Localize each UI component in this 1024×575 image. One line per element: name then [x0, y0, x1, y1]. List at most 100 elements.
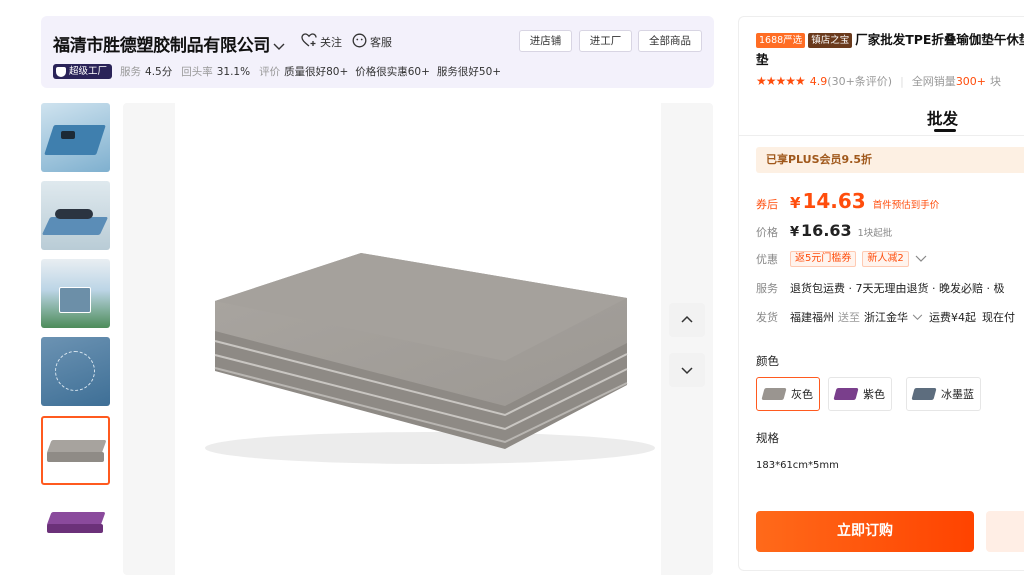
service-row: 服务 退货包运费 · 7天无理由退货 · 晚发必赔 · 极	[756, 280, 1004, 296]
main-product-image[interactable]	[123, 103, 713, 575]
currency-symbol: ¥	[790, 194, 801, 212]
product-info-panel: 1688严选 镇店之宝 厂家批发TPE折叠瑜伽垫午休垫垫 ★★★★★ 4.9 (30…	[738, 16, 1024, 571]
tag-town-treasure: 镇店之宝	[808, 33, 853, 48]
spec-value[interactable]: 183*61cm*5mm	[756, 460, 839, 471]
thumb-woman-on-mat[interactable]	[41, 181, 110, 250]
currency-symbol: ¥	[790, 225, 800, 240]
shop-name-text: 福清市胜德塑胶制品有限公司	[53, 36, 271, 56]
chat-face-icon	[352, 33, 367, 51]
heart-plus-icon	[301, 33, 317, 50]
enter-shop-button[interactable]: 进店铺	[519, 30, 572, 52]
customer-service-button[interactable]: 客服	[352, 33, 392, 51]
thumb-texture-detail[interactable]	[41, 337, 110, 406]
product-page: 福清市胜德塑胶制品有限公司 关注 客服 进店铺 进工厂 全部商品 超级工厂 服务…	[0, 0, 1024, 575]
shipping-fee: 运费¥4起	[929, 311, 976, 324]
follow-button[interactable]: 关注	[301, 33, 342, 50]
thumb-purple-folded[interactable]	[41, 494, 110, 556]
coupon-price-note: 首件预估到手价	[872, 200, 940, 211]
ship-to-word: 送至	[838, 311, 860, 324]
spec-section-title: 规格	[756, 431, 779, 445]
all-products-button[interactable]: 全部商品	[638, 30, 702, 52]
discount-row: 优惠 返5元门槛券 新人减2	[756, 251, 927, 267]
ice-blue-swatch	[911, 388, 937, 400]
service-label: 客服	[370, 36, 392, 49]
plus-member-banner: 已享PLUS会员9.5折	[756, 147, 1024, 173]
image-prev-button[interactable]	[669, 303, 705, 337]
service-text[interactable]: 退货包运费 · 7天无理由退货 · 晚发必赔 · 极	[790, 280, 1004, 296]
color-option-gray[interactable]: 灰色	[756, 377, 820, 411]
eval-tag[interactable]: 服务很好50+	[437, 64, 501, 79]
person-shape	[55, 209, 93, 219]
enter-factory-button[interactable]: 进工厂	[579, 30, 632, 52]
min-order-note: 1块起批	[857, 228, 893, 239]
discount-label: 优惠	[756, 253, 778, 266]
coupon-price-row: 券后 ¥14.63 首件预估到手价	[756, 189, 939, 213]
shipping-label: 发货	[756, 311, 778, 324]
tag-1688-selected: 1688严选	[756, 33, 806, 48]
folded-yoga-mat-illustration	[205, 253, 655, 464]
repeat-rate-value: 31.1%	[216, 65, 251, 78]
shipping-extra: 现在付	[982, 311, 1015, 324]
shop-header: 福清市胜德塑胶制品有限公司 关注 客服 进店铺 进工厂 全部商品 超级工厂 服务…	[41, 16, 714, 88]
purple-mat-side	[47, 524, 103, 533]
color-label: 冰墨蓝	[941, 388, 974, 401]
coupon-price: ¥14.63	[790, 189, 866, 213]
color-option-ice-blue[interactable]: 冰墨蓝	[906, 377, 981, 411]
price-label: 价格	[756, 226, 778, 239]
coupon-price-label: 券后	[756, 198, 778, 211]
image-next-button[interactable]	[669, 353, 705, 387]
divider: |	[900, 74, 904, 88]
eval-tag[interactable]: 质量很好80+	[284, 64, 348, 79]
coupon-badge[interactable]: 返5元门槛券	[790, 251, 857, 267]
ship-to-location[interactable]: 浙江金华	[864, 309, 908, 325]
shipping-row: 发货 福建福州 送至 浙江金华 运费¥4起 现在付	[756, 309, 1015, 325]
divider	[739, 135, 1024, 136]
follow-label: 关注	[320, 35, 342, 49]
sales-label: 全网销量	[911, 75, 956, 88]
badge-label: 超级工厂	[69, 66, 108, 77]
color-option-purple[interactable]: 紫色	[828, 377, 892, 411]
new-user-badge[interactable]: 新人减2	[862, 251, 909, 267]
gray-mat-side	[47, 452, 104, 462]
phone-shape	[61, 131, 75, 139]
color-label: 灰色	[791, 388, 813, 401]
chevron-up-icon	[681, 315, 693, 323]
thumb-blue-mat-phone[interactable]	[41, 103, 110, 172]
ship-from: 福建福州	[790, 311, 834, 324]
texture-circle	[55, 351, 95, 391]
super-factory-badge[interactable]: 超级工厂	[53, 64, 113, 79]
thumb-gray-folded[interactable]	[41, 416, 110, 485]
tab-active-indicator	[934, 129, 956, 132]
product-title-overflow: 垫	[756, 52, 769, 67]
eval-tag[interactable]: 价格很实惠60+	[355, 64, 430, 79]
eval-label: 评价	[259, 66, 281, 78]
chevron-down-icon	[681, 367, 693, 375]
add-to-cart-button[interactable]	[986, 511, 1024, 552]
rating-row: ★★★★★ 4.9 (30+条评价) | 全网销量 300+ 块	[756, 73, 1001, 89]
rating-stars-icon: ★★★★★	[756, 74, 806, 88]
tab-wholesale[interactable]: 批发	[927, 107, 958, 129]
review-count[interactable]: (30+条评价)	[827, 73, 892, 89]
price-row: 价格 ¥16.63 1块起批	[756, 221, 892, 240]
shop-meta: 超级工厂 服务 4.5分 回头率 31.1% 评价 质量很好80+ 价格很实惠6…	[53, 64, 508, 79]
price: ¥16.63	[790, 221, 852, 240]
chevron-down-icon[interactable]	[912, 311, 923, 324]
chevron-down-icon[interactable]	[915, 253, 927, 266]
chevron-down-icon[interactable]	[273, 40, 285, 55]
product-title-text: 厂家批发TPE折叠瑜伽垫午休垫	[855, 32, 1024, 47]
color-section-title: 颜色	[756, 354, 779, 368]
purple-swatch	[833, 388, 859, 400]
folded-mat-shape	[59, 287, 91, 313]
buy-now-button[interactable]: 立即订购	[756, 511, 974, 552]
service-score-label: 服务	[120, 66, 142, 78]
repeat-rate-label: 回头率	[181, 66, 213, 78]
coupon-price-value: 14.63	[802, 189, 866, 213]
blue-mat-shape	[44, 125, 106, 155]
thumb-folded-outdoor[interactable]	[41, 259, 110, 328]
product-title: 1688严选 镇店之宝 厂家批发TPE折叠瑜伽垫午休垫垫	[756, 30, 1024, 70]
sales-unit: 块	[990, 75, 1002, 88]
shop-name[interactable]: 福清市胜德塑胶制品有限公司	[53, 31, 285, 56]
price-value: 16.63	[801, 221, 852, 240]
color-label: 紫色	[863, 388, 885, 401]
service-score-value: 4.5分	[145, 66, 173, 78]
